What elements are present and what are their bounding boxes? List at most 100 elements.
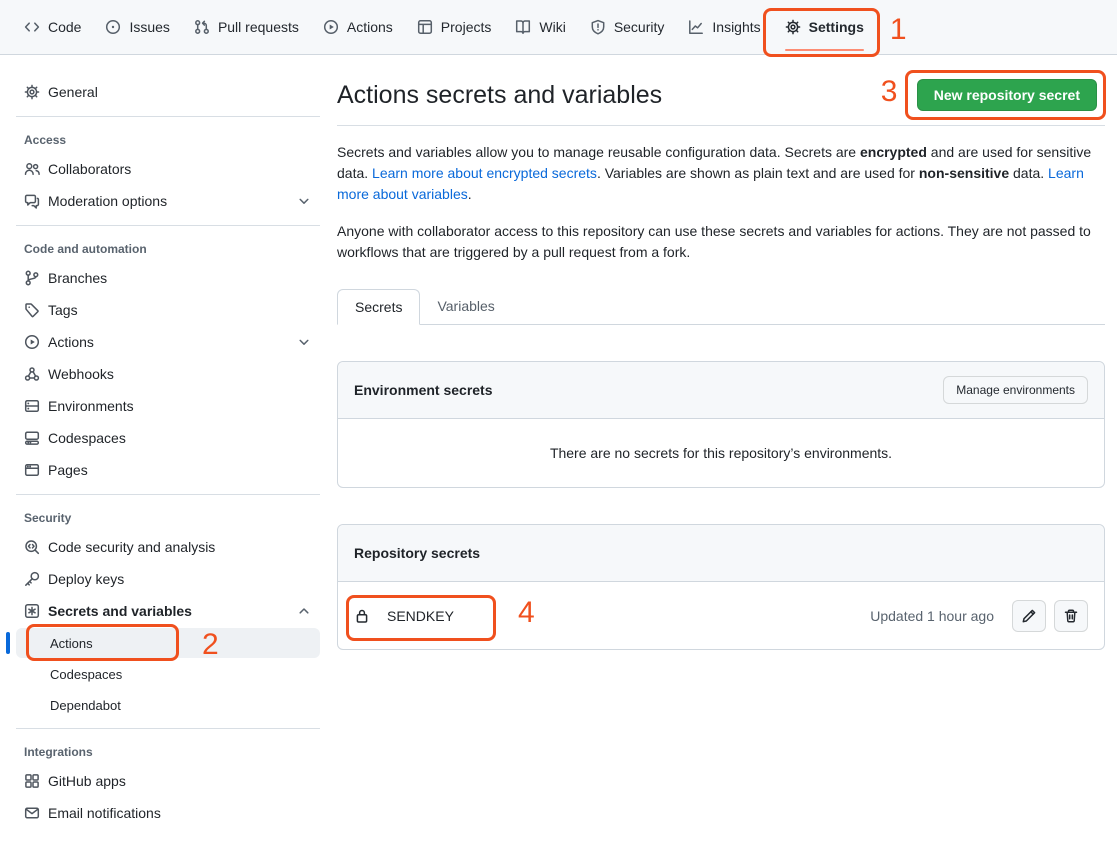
repository-secrets-card: Repository secrets SENDKEY 4 Updated 1 h… — [337, 524, 1105, 650]
new-secret-button-wrap: New repository secret 3 — [917, 79, 1097, 111]
delete-secret-button[interactable] — [1054, 600, 1088, 632]
play-icon — [24, 334, 40, 350]
codescan-icon — [24, 539, 40, 555]
repository-secrets-title: Repository secrets — [354, 545, 480, 561]
secret-asterisk-icon — [24, 603, 40, 619]
sidebar-item-label: GitHub apps — [48, 773, 126, 789]
sidebar-item-label: Secrets and variables — [48, 603, 192, 619]
sidebar-item-pages[interactable]: Pages — [16, 454, 320, 486]
page-title: Actions secrets and variables — [337, 79, 662, 111]
gear-icon — [24, 84, 40, 100]
sidebar-item-webhooks[interactable]: Webhooks — [16, 358, 320, 390]
key-icon — [24, 571, 40, 587]
manage-environments-button[interactable]: Manage environments — [943, 376, 1088, 404]
sidebar-item-actions[interactable]: Actions — [16, 326, 320, 358]
sidebar-item-email-notifications[interactable]: Email notifications — [16, 797, 320, 829]
annotation-number-1: 1 — [890, 15, 907, 45]
intro-text: . Variables are shown as plain text and … — [597, 165, 919, 181]
secrets-variables-tabs: Secrets Variables — [337, 289, 1105, 325]
graph-icon — [688, 19, 704, 35]
sidebar-section-header-integrations: Integrations — [16, 737, 320, 765]
sidebar-item-label: Webhooks — [48, 366, 114, 382]
comment-discussion-icon — [24, 193, 40, 209]
sidebar-item-tags[interactable]: Tags — [16, 294, 320, 326]
nav-tab-code[interactable]: Code — [14, 13, 91, 41]
sidebar-item-label: Deploy keys — [48, 571, 124, 587]
new-repository-secret-button[interactable]: New repository secret — [917, 79, 1097, 111]
intro-text: Secrets and variables allow you to manag… — [337, 144, 860, 160]
git-pull-request-icon — [194, 19, 210, 35]
nav-tab-wiki[interactable]: Wiki — [505, 13, 575, 41]
sidebar-item-label: Dependabot — [50, 698, 121, 713]
pencil-icon — [1021, 608, 1037, 624]
book-icon — [515, 19, 531, 35]
intro-bold-non-sensitive: non-sensitive — [919, 165, 1009, 181]
nav-tab-label: Projects — [441, 19, 492, 35]
nav-tab-actions[interactable]: Actions — [313, 13, 403, 41]
annotation-box-2 — [26, 624, 179, 661]
nav-tab-label: Security — [614, 19, 665, 35]
trash-icon — [1063, 608, 1079, 624]
sidebar-section-header-access: Access — [16, 125, 320, 153]
server-icon — [24, 398, 40, 414]
sidebar-section-header-code-automation: Code and automation — [16, 234, 320, 262]
nav-tab-label: Actions — [347, 19, 393, 35]
nav-tab-projects[interactable]: Projects — [407, 13, 502, 41]
learn-more-encrypted-secrets-link[interactable]: Learn more about encrypted secrets — [372, 165, 597, 181]
nav-tab-label: Insights — [712, 19, 760, 35]
intro-text: . — [468, 186, 472, 202]
title-row: Actions secrets and variables New reposi… — [337, 79, 1105, 126]
nav-tab-label: Pull requests — [218, 19, 299, 35]
annotation-number-3: 3 — [881, 77, 898, 107]
edit-secret-button[interactable] — [1012, 600, 1046, 632]
sidebar-item-label: Collaborators — [48, 161, 131, 177]
sidebar-item-general[interactable]: General — [16, 76, 320, 108]
sidebar-divider — [16, 225, 320, 226]
sidebar-divider — [16, 728, 320, 729]
mail-icon — [24, 805, 40, 821]
nav-tab-pull-requests[interactable]: Pull requests — [184, 13, 309, 41]
nav-tab-label: Issues — [129, 19, 169, 35]
intro-bold-encrypted: encrypted — [860, 144, 927, 160]
annotation-number-4: 4 — [518, 598, 535, 628]
sidebar-item-deploy-keys[interactable]: Deploy keys — [16, 563, 320, 595]
active-tab-underline — [785, 49, 864, 51]
gear-icon — [785, 19, 801, 35]
sidebar-item-secrets-and-variables[interactable]: Secrets and variables — [16, 595, 320, 627]
table-icon — [417, 19, 433, 35]
issue-opened-icon — [105, 19, 121, 35]
main-content: Actions secrets and variables New reposi… — [337, 55, 1105, 650]
sidebar-divider — [16, 116, 320, 117]
sidebar-item-environments[interactable]: Environments — [16, 390, 320, 422]
sidebar-item-label: Branches — [48, 270, 107, 286]
nav-tab-settings[interactable]: Settings 1 — [775, 13, 874, 41]
sidebar-item-moderation-options[interactable]: Moderation options — [16, 185, 320, 217]
apps-grid-icon — [24, 773, 40, 789]
intro-text: data. — [1009, 165, 1048, 181]
sidebar-item-label: Email notifications — [48, 805, 161, 821]
sidebar-divider — [16, 494, 320, 495]
sidebar-subitem-codespaces-secrets[interactable]: Codespaces — [16, 659, 320, 689]
sidebar-item-codespaces[interactable]: Codespaces — [16, 422, 320, 454]
sidebar-subitem-dependabot-secrets[interactable]: Dependabot — [16, 690, 320, 720]
nav-tab-issues[interactable]: Issues — [95, 13, 179, 41]
sidebar-subitem-actions-secrets[interactable]: Actions 2 — [16, 628, 320, 658]
sidebar-item-collaborators[interactable]: Collaborators — [16, 153, 320, 185]
codespaces-icon — [24, 430, 40, 446]
environment-secrets-empty-message: There are no secrets for this repository… — [338, 419, 1104, 487]
secret-name: SENDKEY — [387, 608, 454, 624]
nav-tab-label: Settings — [809, 19, 864, 35]
environment-secrets-title: Environment secrets — [354, 382, 493, 398]
sidebar-item-github-apps[interactable]: GitHub apps — [16, 765, 320, 797]
secret-row: SENDKEY 4 Updated 1 hour ago — [338, 582, 1104, 649]
tab-secrets[interactable]: Secrets — [337, 289, 420, 325]
nav-tab-security[interactable]: Security — [580, 13, 675, 41]
sidebar-item-label: Tags — [48, 302, 78, 318]
nav-tab-insights[interactable]: Insights — [678, 13, 770, 41]
intro-paragraph: Secrets and variables allow you to manag… — [337, 142, 1099, 205]
sidebar-item-code-security[interactable]: Code security and analysis — [16, 531, 320, 563]
sidebar-item-branches[interactable]: Branches — [16, 262, 320, 294]
tab-variables[interactable]: Variables — [420, 289, 511, 324]
sidebar-item-label: Moderation options — [48, 193, 167, 209]
secret-name-cell: SENDKEY 4 — [354, 608, 454, 624]
